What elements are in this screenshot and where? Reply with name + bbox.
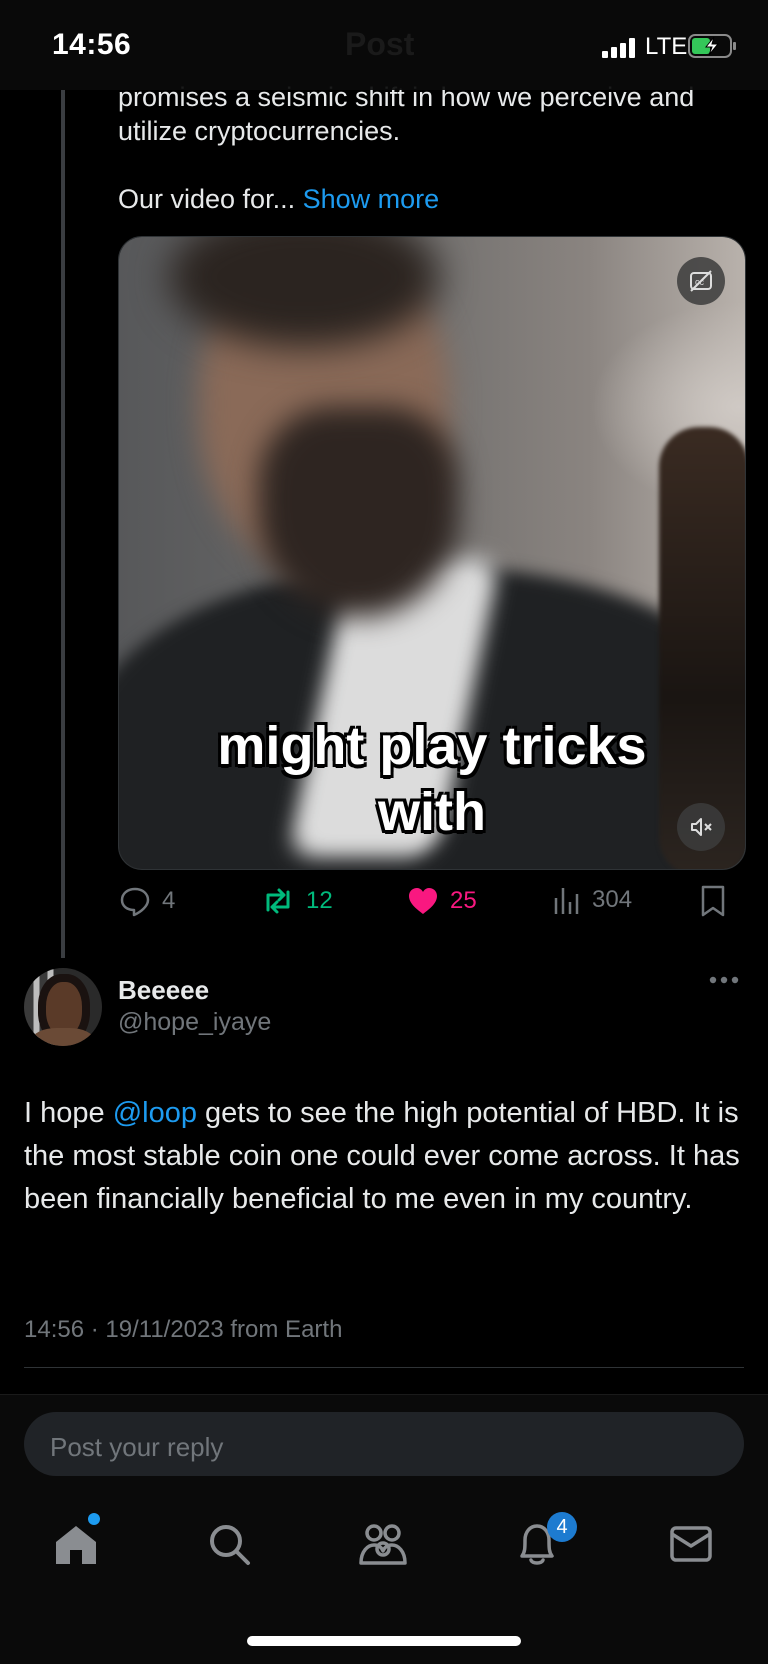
mention-link[interactable]: @loop: [113, 1097, 197, 1129]
reply-count: 4: [162, 887, 176, 914]
reply-input-placeholder: Post your reply: [50, 1432, 224, 1462]
thread-line: [61, 90, 65, 958]
notifications-badge: 4: [547, 1512, 577, 1542]
repost-count: 12: [306, 887, 333, 914]
nav-search[interactable]: [201, 1516, 257, 1572]
analytics-icon: [554, 888, 579, 914]
page-title: Post: [345, 26, 415, 62]
repost-button[interactable]: 12: [260, 884, 333, 918]
signal-icon: [602, 38, 635, 58]
bookmark-button[interactable]: [698, 884, 728, 918]
views-count: 304: [592, 886, 633, 913]
show-more-link[interactable]: Show more: [303, 184, 440, 214]
people-icon: [359, 1524, 407, 1565]
more-options-icon[interactable]: [708, 972, 740, 988]
post-text-truncated: Our video for...: [118, 184, 296, 214]
captions-button[interactable]: cc: [677, 257, 725, 305]
avatar[interactable]: [24, 968, 102, 1046]
reply-button[interactable]: 4: [118, 884, 175, 918]
captions-off-icon: cc: [690, 270, 712, 292]
mute-button[interactable]: [677, 803, 725, 851]
reply-icon: [120, 887, 150, 917]
search-icon: [210, 1525, 250, 1565]
status-time: 14:56: [52, 28, 132, 61]
video-caption: might play tricks with: [119, 713, 745, 845]
home-icon: [56, 1526, 96, 1564]
repost-icon: [266, 888, 290, 914]
user-handle[interactable]: @hope_iyaye: [118, 1008, 271, 1037]
post-text: promises a seismic shift in how we perce…: [118, 80, 738, 216]
post-actions: 4 12 25 304: [118, 884, 758, 924]
post-text-continuation: Our video for... Show more: [118, 182, 738, 216]
video-player[interactable]: might play tricks with cc: [118, 236, 746, 870]
post-timestamp[interactable]: 14:56 · 19/11/2023 from Earth: [24, 1316, 342, 1344]
video-caption-line: with: [378, 782, 486, 842]
battery-icon: [688, 34, 736, 58]
video-caption-line: might play tricks: [217, 716, 647, 776]
volume-muted-icon: [691, 818, 712, 836]
nav-messages[interactable]: [663, 1516, 719, 1572]
nav-communities[interactable]: [355, 1516, 411, 1572]
bookmark-icon: [701, 885, 725, 917]
mail-icon: [670, 1526, 712, 1562]
heart-filled-icon: [409, 888, 437, 914]
post-text-body: promises a seismic shift in how we perce…: [118, 82, 695, 146]
display-name[interactable]: Beeeee: [118, 975, 209, 1006]
home-unread-dot: [88, 1513, 100, 1525]
reply-text-start: I hope: [24, 1097, 113, 1129]
like-button[interactable]: 25: [406, 884, 477, 918]
network-type: LTE: [645, 33, 688, 60]
divider: [24, 1367, 744, 1368]
reply-text: I hope @loop gets to see the high potent…: [24, 1092, 744, 1221]
home-indicator[interactable]: [247, 1636, 521, 1646]
like-count: 25: [450, 887, 477, 914]
views-button[interactable]: 304: [552, 884, 632, 916]
